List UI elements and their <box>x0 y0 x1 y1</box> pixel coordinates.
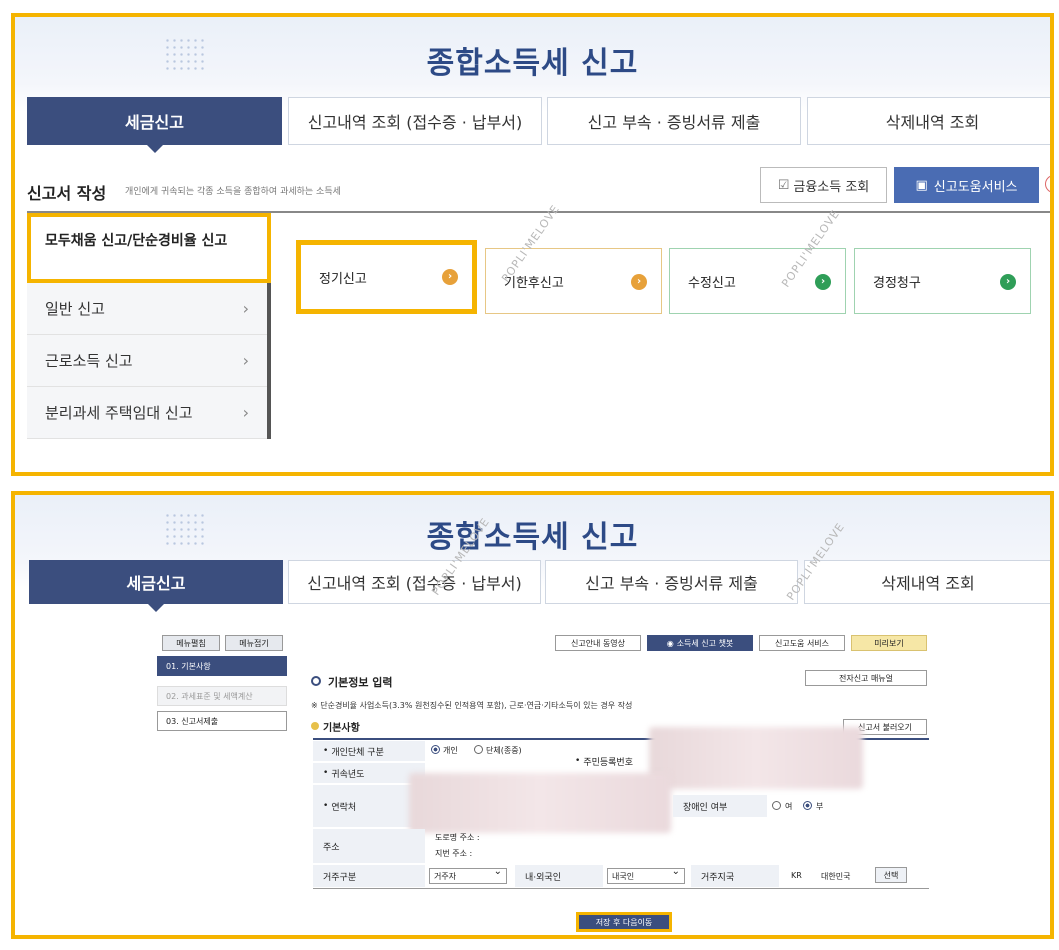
basic-info-title: 기본정보 입력 <box>328 676 393 689</box>
finance-income-button[interactable]: ☑ 금융소득 조회 <box>760 167 887 203</box>
radio-group[interactable] <box>474 745 483 754</box>
label-residence: 거주구분 <box>313 865 425 887</box>
chatbot-icon: ◉ <box>666 638 674 648</box>
preview-button[interactable]: 미리보기 <box>851 635 927 651</box>
arrow-right-icon: › <box>442 269 458 285</box>
help-service-button[interactable]: 신고도움 서비스 <box>759 635 845 651</box>
bullet: • <box>323 768 329 778</box>
arrow-right-icon: › <box>815 274 831 290</box>
bullet: • <box>323 746 329 756</box>
radio-group-label: 단체(종중) <box>486 746 522 755</box>
label-text: 주소 <box>323 842 340 853</box>
tab-deleted-history[interactable]: 삭제내역 조회 <box>807 97 1050 145</box>
section-title: 신고서 작성 <box>27 184 107 203</box>
label-text: 주민등록번호 <box>583 757 633 768</box>
menu-expand-button[interactable]: 메뉴펼침 <box>162 635 220 651</box>
card-label: 경정청구 <box>873 275 921 291</box>
card-amended-report[interactable]: 수정신고 › <box>669 248 846 314</box>
card-regular-report[interactable]: 정기신고 › <box>296 240 477 314</box>
step-submit[interactable]: 03. 신고서제출 <box>157 711 287 731</box>
card-label: 정기신고 <box>319 271 367 287</box>
label-text: 거주구분 <box>323 872 357 883</box>
country-name: 대한민국 <box>821 872 851 881</box>
country-select-button[interactable]: 선택 <box>875 867 907 883</box>
step-basic-info[interactable]: 01. 기본사항 <box>157 656 287 676</box>
menu-collapse-button[interactable]: 메뉴접기 <box>225 635 283 651</box>
redacted-block <box>649 727 863 789</box>
finance-income-label: 금융소득 조회 <box>793 179 870 195</box>
label-text: 거주지국 <box>701 872 735 883</box>
tab-deleted-history[interactable]: 삭제내역 조회 <box>804 560 1050 604</box>
label-text: 귀속년도 <box>331 769 365 780</box>
panel-bottom: 종합소득세 신고 세금신고 신고내역 조회 (접수증 · 납부서) 신고 부속 … <box>11 491 1054 939</box>
guide-video-button[interactable]: 신고안내 동영상 <box>555 635 641 651</box>
form-bottom-border <box>313 888 929 889</box>
tab-attachments[interactable]: 신고 부속 · 증빙서류 제출 <box>545 560 798 604</box>
sidebar-item-label: 분리과세 주택임대 신고 <box>45 404 193 422</box>
label-text: 개인단체 구분 <box>331 747 384 758</box>
radio-disabled-yes-label: 여 <box>785 802 793 811</box>
address-lot: 지번 주소 : <box>435 849 473 858</box>
domestic-select[interactable]: 내국인 <box>607 866 685 884</box>
label-type: • 개인단체 구분 <box>313 741 425 761</box>
sidebar-item-label: 일반 신고 <box>45 300 105 318</box>
arrow-right-icon: › <box>1000 274 1016 290</box>
card-label: 수정신고 <box>688 275 736 291</box>
bullet: • <box>323 801 329 811</box>
save-next-button[interactable]: 저장 후 다음이동 <box>576 912 672 932</box>
redacted-block <box>409 773 671 833</box>
label-country: 거주지국 <box>691 865 779 887</box>
sub-title-icon <box>311 722 319 730</box>
bullet: • <box>575 756 581 766</box>
label-address: 주소 <box>313 829 425 863</box>
radio-individual-label: 개인 <box>443 746 458 755</box>
panel-top: 종합소득세 신고 세금신고 신고내역 조회 (접수증 · 납부서) 신고 부속 … <box>11 13 1054 476</box>
sidebar-item-label: 근로소득 신고 <box>45 352 133 370</box>
book-icon: ▣ <box>915 177 928 193</box>
sub-title: 기본사항 <box>323 723 360 734</box>
label-text: 연락처 <box>331 802 357 813</box>
radio-disabled-no-label: 부 <box>816 802 824 811</box>
help-service-button[interactable]: ▣ 신고도움서비스 <box>894 167 1039 203</box>
edit-icon: ☑ <box>777 177 790 193</box>
help-icon[interactable]: ? <box>1045 175 1050 193</box>
residence-select[interactable]: 거주자 <box>429 866 507 884</box>
tab-tax-report[interactable]: 세금신고 <box>27 97 282 153</box>
chevron-right-icon: › <box>242 299 249 318</box>
section-description: 개인에게 귀속되는 각종 소득을 종합하여 과세하는 소득세 <box>125 187 341 197</box>
label-text: 장애인 여부 <box>683 802 728 813</box>
notice-text: ※ 단순경비율 사업소득(3.3% 원천징수된 인적용역 포함), 근로·연금·… <box>311 701 633 710</box>
chatbot-label: 소득세 신고 챗봇 <box>676 638 734 648</box>
chatbot-button[interactable]: ◉ 소득세 신고 챗봇 <box>647 635 753 651</box>
sidebar-item-earned-income[interactable]: 근로소득 신고 › <box>27 335 267 387</box>
country-code: KR <box>791 871 802 880</box>
radio-individual[interactable] <box>431 745 440 754</box>
sidebar-item-rental[interactable]: 분리과세 주택임대 신고 › <box>27 387 267 439</box>
label-text: 내·외국인 <box>525 872 561 883</box>
help-service-label: 신고도움서비스 <box>933 179 1018 195</box>
card-correction-claim[interactable]: 경정청구 › <box>854 248 1031 314</box>
manual-button[interactable]: 전자신고 매뉴얼 <box>805 670 927 686</box>
sidebar-item-simple[interactable]: 모두채움 신고/단순경비율 신고 <box>27 213 271 283</box>
tab-tax-report[interactable]: 세금신고 <box>29 560 283 612</box>
arrow-right-icon: › <box>631 274 647 290</box>
sidebar-item-label: 모두채움 신고/단순경비율 신고 <box>45 233 228 249</box>
chevron-right-icon: › <box>242 351 249 370</box>
basic-info-icon <box>311 676 321 686</box>
address-road: 도로명 주소 : <box>435 833 480 842</box>
sidebar-menu: 모두채움 신고/단순경비율 신고 일반 신고 › 근로소득 신고 › 분리과세 … <box>27 213 271 439</box>
radio-disabled-yes[interactable] <box>772 801 781 810</box>
chevron-right-icon: › <box>242 403 249 422</box>
tab-report-history[interactable]: 신고내역 조회 (접수증 · 납부서) <box>288 97 542 145</box>
label-disabled: 장애인 여부 <box>673 795 767 817</box>
tab-attachments[interactable]: 신고 부속 · 증빙서류 제출 <box>547 97 801 145</box>
step-tax-calc[interactable]: 02. 과세표준 및 세액계산 <box>157 686 287 706</box>
page-title: 종합소득세 신고 <box>426 46 639 81</box>
radio-disabled-no[interactable] <box>803 801 812 810</box>
label-domestic: 내·외국인 <box>515 865 603 887</box>
tab-report-history[interactable]: 신고내역 조회 (접수증 · 납부서) <box>288 560 541 604</box>
page-title: 종합소득세 신고 <box>426 520 639 555</box>
sidebar-item-general[interactable]: 일반 신고 › <box>27 283 267 335</box>
